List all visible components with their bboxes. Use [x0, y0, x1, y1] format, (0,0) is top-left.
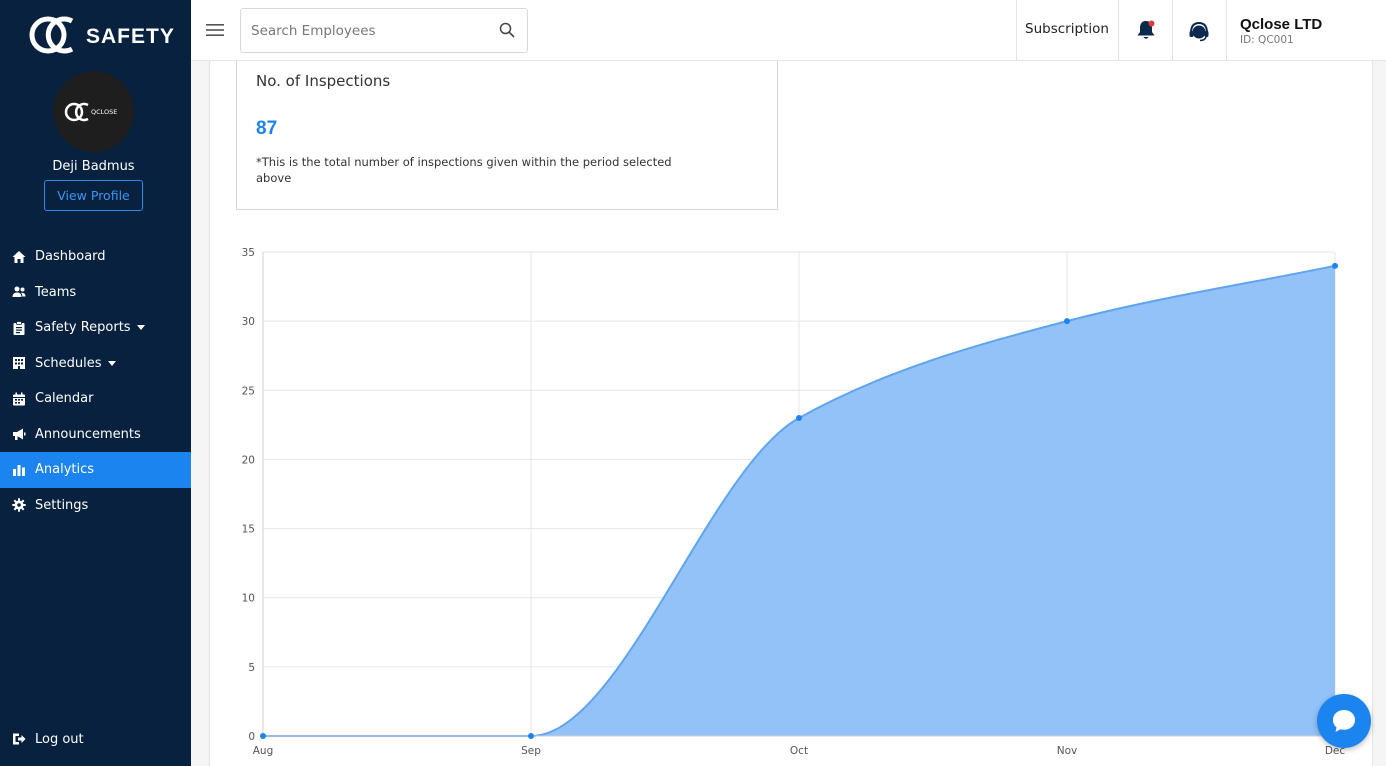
y-tick-label: 25: [242, 385, 255, 397]
sidebar-item-calendar[interactable]: Calendar: [0, 381, 191, 417]
live-chat-button[interactable]: [1317, 694, 1371, 748]
caret-down-icon: [107, 360, 116, 366]
sidebar-item-safety-reports[interactable]: Safety Reports: [0, 310, 191, 346]
y-tick-label: 0: [248, 731, 255, 743]
data-point: [528, 733, 534, 739]
app-root: SAFETY QCLOSE Deji Badmus View Profile D…: [0, 0, 1386, 766]
y-tick-label: 5: [248, 662, 255, 674]
user-name: Deji Badmus: [52, 159, 135, 174]
topbar-divider: [1016, 0, 1017, 61]
sidebar-item-label: Schedules: [35, 355, 102, 371]
home-icon: [12, 250, 26, 263]
subscription-link[interactable]: Subscription: [1025, 21, 1109, 37]
building-icon: [13, 357, 25, 370]
view-profile-button[interactable]: View Profile: [44, 180, 143, 211]
sidebar-item-label: Teams: [35, 284, 77, 300]
sidebar-item-teams[interactable]: Teams: [0, 275, 191, 311]
search-input[interactable]: [242, 10, 487, 51]
search-box: [240, 8, 528, 53]
sidebar-item-label: Announcements: [35, 426, 141, 442]
brand[interactable]: SAFETY: [28, 12, 175, 58]
chat-bubble-icon: [1333, 710, 1355, 732]
data-point: [796, 414, 802, 421]
clipboard-icon: [13, 320, 25, 335]
stat-note: *This is the total number of inspections…: [256, 155, 672, 185]
y-tick-label: 35: [242, 247, 255, 259]
users-icon: [12, 286, 26, 298]
caret-down-icon: [136, 325, 145, 331]
x-tick-label: Sep: [521, 745, 541, 757]
y-tick-label: 15: [242, 524, 255, 536]
topbar-divider: [1118, 0, 1119, 61]
company-name: Qclose LTD: [1240, 16, 1323, 33]
avatar[interactable]: QCLOSE: [53, 71, 134, 152]
logout-button[interactable]: Log out: [0, 722, 191, 756]
company-logo-icon: QCLOSE: [64, 102, 117, 121]
sidebar-item-settings[interactable]: Settings: [0, 488, 191, 524]
calendar-icon: [13, 392, 25, 406]
y-tick-label: 20: [242, 454, 255, 466]
data-point: [1064, 318, 1070, 325]
data-point: [260, 733, 266, 739]
search-icon[interactable]: [499, 22, 515, 38]
x-tick-label: Aug: [253, 745, 274, 757]
sidebar-item-label: Calendar: [35, 391, 94, 407]
hamburger-menu-icon[interactable]: [206, 22, 224, 38]
logout-icon: [13, 733, 26, 745]
sidebar-item-dashboard[interactable]: Dashboard: [0, 239, 191, 275]
x-tick-label: Oct: [790, 745, 808, 757]
qc-logo-icon: [29, 16, 74, 54]
y-tick-label: 30: [242, 316, 255, 328]
topbar-divider: [1226, 0, 1227, 61]
logout-label: Log out: [35, 731, 84, 747]
notification-bell-icon[interactable]: [1135, 19, 1157, 41]
gear-icon: [12, 498, 26, 512]
sidebar-item-label: Analytics: [35, 462, 95, 478]
inspections-area-chart: 05101520253035Aug Sep Oct Nov Dec: [242, 247, 1346, 757]
top-bar: Subscription Qclose LTD ID: QC001: [191, 0, 1386, 61]
sidebar-item-schedules[interactable]: Schedules: [0, 346, 191, 382]
sidebar-item-label: Safety Reports: [35, 320, 131, 336]
sidebar-nav: Dashboard Teams Safety Reports Schedules…: [0, 239, 191, 523]
sidebar-item-analytics[interactable]: Analytics: [0, 452, 191, 488]
sidebar-item-label: Dashboard: [35, 249, 106, 265]
data-point: [1332, 262, 1338, 269]
avatar-logo-text: QCLOSE: [91, 108, 117, 116]
stat-value: 87: [256, 118, 278, 139]
inspections-stat-card: No. of Inspections 87 *This is the total…: [236, 61, 778, 210]
stat-title: No. of Inspections: [256, 72, 391, 90]
x-tick-label: Nov: [1057, 745, 1078, 757]
company-id: ID: QC001: [1240, 34, 1294, 46]
sidebar: SAFETY QCLOSE Deji Badmus View Profile D…: [0, 0, 191, 766]
topbar-divider: [1172, 0, 1173, 61]
support-headset-icon[interactable]: [1187, 19, 1211, 43]
bar-chart-icon: [13, 464, 25, 476]
y-tick-label: 10: [242, 593, 255, 605]
megaphone-icon: [13, 428, 26, 441]
brand-name: SAFETY: [86, 25, 175, 48]
company-info[interactable]: Qclose LTD ID: QC001: [1240, 16, 1322, 46]
sidebar-item-announcements[interactable]: Announcements: [0, 417, 191, 453]
sidebar-item-label: Settings: [35, 497, 89, 513]
